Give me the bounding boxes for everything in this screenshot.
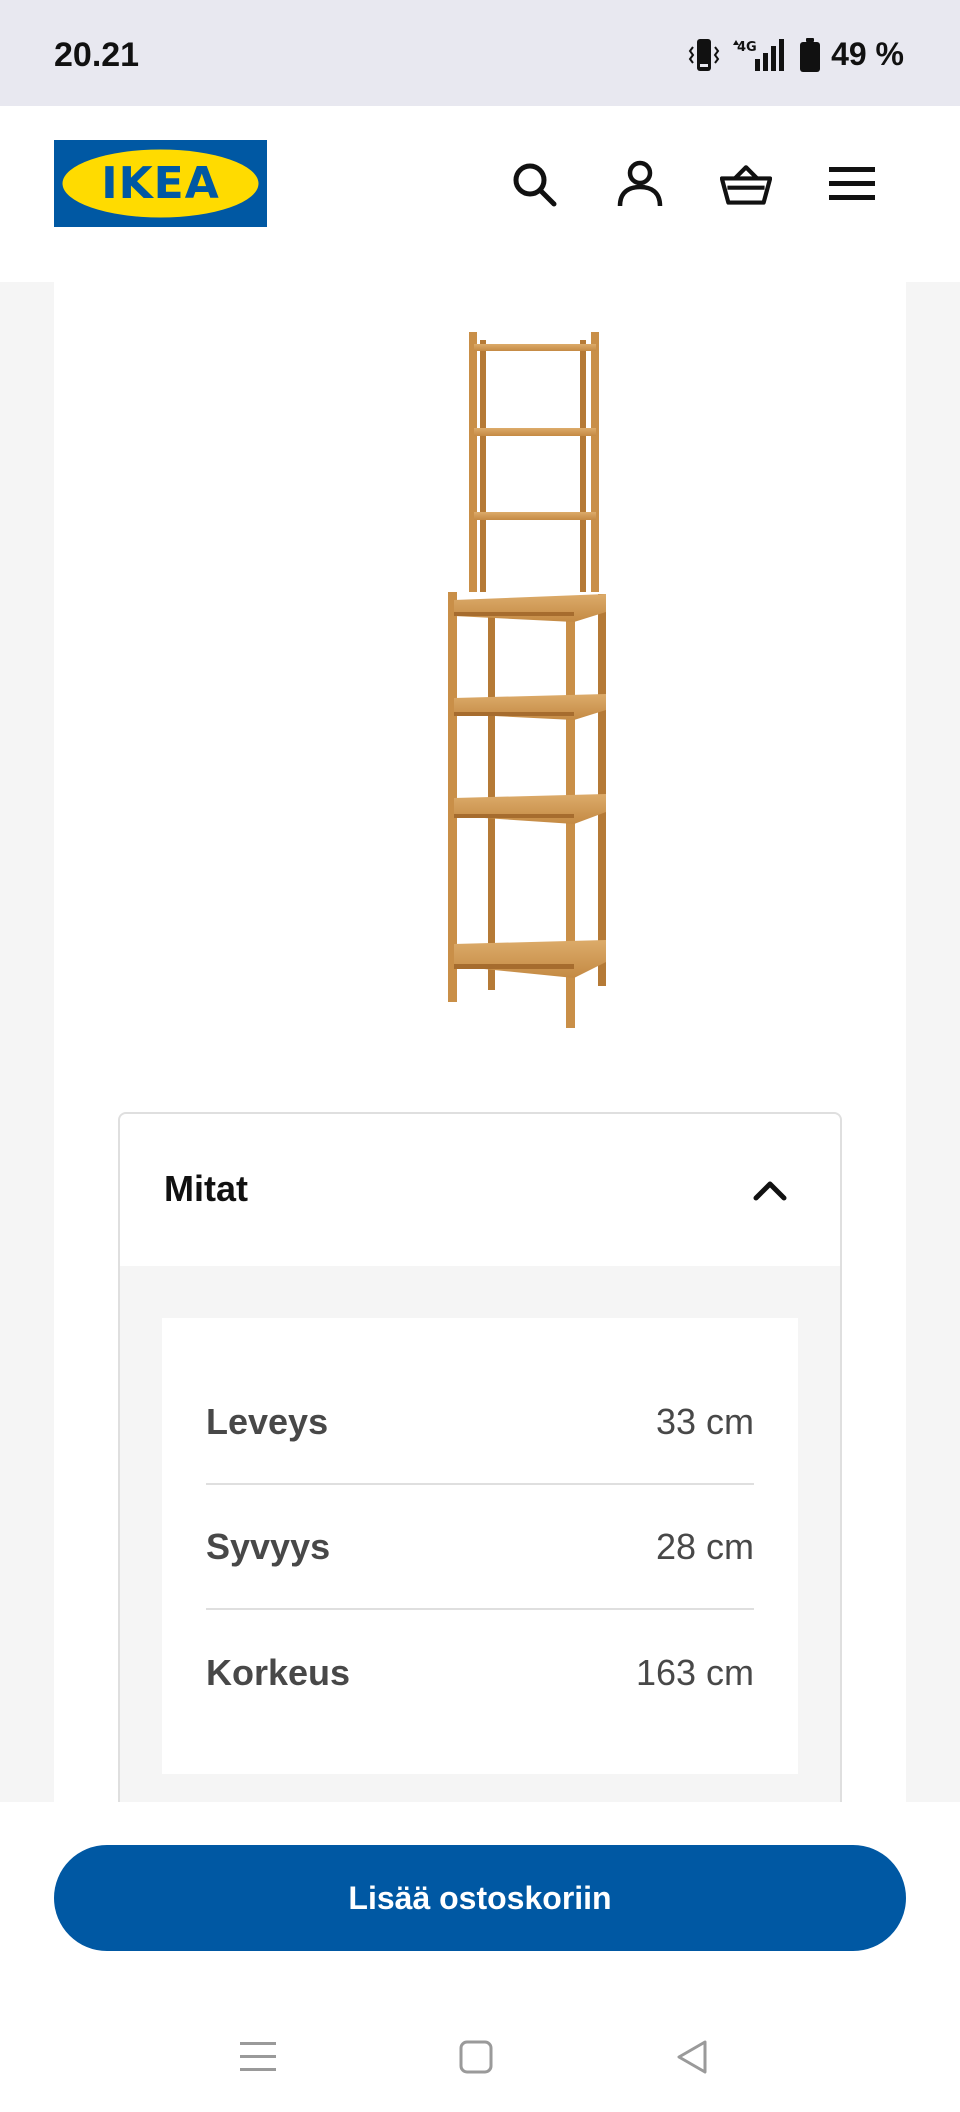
dimension-value: 33 cm: [655, 1400, 754, 1442]
dimensions-accordion: Mitat Leveys 33 cm Syvyys 28 cm Korkeus …: [118, 1112, 842, 1812]
profile-button[interactable]: [614, 158, 666, 210]
site-header: IKEA: [0, 106, 960, 282]
chevron-up-icon: [753, 1181, 787, 1201]
system-navigation-bar: [0, 2012, 960, 2102]
dimension-label: Syvyys: [206, 1525, 331, 1567]
vibrate-icon: [688, 38, 720, 71]
dimension-label: Leveys: [206, 1400, 329, 1442]
search-button[interactable]: [508, 158, 560, 210]
ikea-logo[interactable]: IKEA: [54, 140, 267, 227]
logo-text: IKEA: [101, 158, 220, 209]
dimension-label: Korkeus: [206, 1651, 351, 1693]
dimensions-title: Mitat: [164, 1168, 248, 1209]
dimension-row-depth: Syvyys 28 cm: [206, 1485, 754, 1610]
dimension-row-width: Leveys 33 cm: [206, 1360, 754, 1485]
dimension-value: 28 cm: [655, 1525, 754, 1567]
back-icon: [677, 2040, 707, 2074]
status-time: 20.21: [54, 36, 140, 74]
product-content: Mitat Leveys 33 cm Syvyys 28 cm Korkeus …: [54, 282, 906, 1812]
recents-button[interactable]: [228, 2032, 288, 2082]
battery-icon: [800, 37, 821, 72]
basket-icon: [720, 165, 772, 205]
home-button[interactable]: [446, 2032, 506, 2082]
menu-button[interactable]: [826, 158, 878, 210]
battery-percent: 49 %: [831, 36, 904, 72]
dimensions-table: Leveys 33 cm Syvyys 28 cm Korkeus 163 cm: [162, 1318, 798, 1774]
status-indicators: 4G 49 %: [687, 36, 904, 73]
recents-icon: [240, 2042, 276, 2071]
menu-icon: [829, 167, 875, 200]
signal-4g-icon: 4G: [733, 38, 785, 71]
dimensions-accordion-header[interactable]: Mitat: [120, 1114, 840, 1266]
product-image[interactable]: [384, 332, 624, 1032]
back-button[interactable]: [662, 2032, 722, 2082]
home-icon: [459, 2040, 493, 2074]
bottom-bar: Lisää ostoskoriin: [0, 1802, 960, 2112]
network-type: 4G: [737, 40, 757, 55]
cart-button-header[interactable]: [720, 158, 772, 210]
add-to-cart-button[interactable]: Lisää ostoskoriin: [54, 1845, 906, 1951]
search-icon: [513, 163, 557, 207]
status-bar: 20.21 4G 49 %: [0, 0, 960, 106]
dimension-value: 163 cm: [635, 1651, 754, 1693]
dimension-row-height: Korkeus 163 cm: [206, 1610, 754, 1735]
profile-icon: [617, 160, 663, 207]
